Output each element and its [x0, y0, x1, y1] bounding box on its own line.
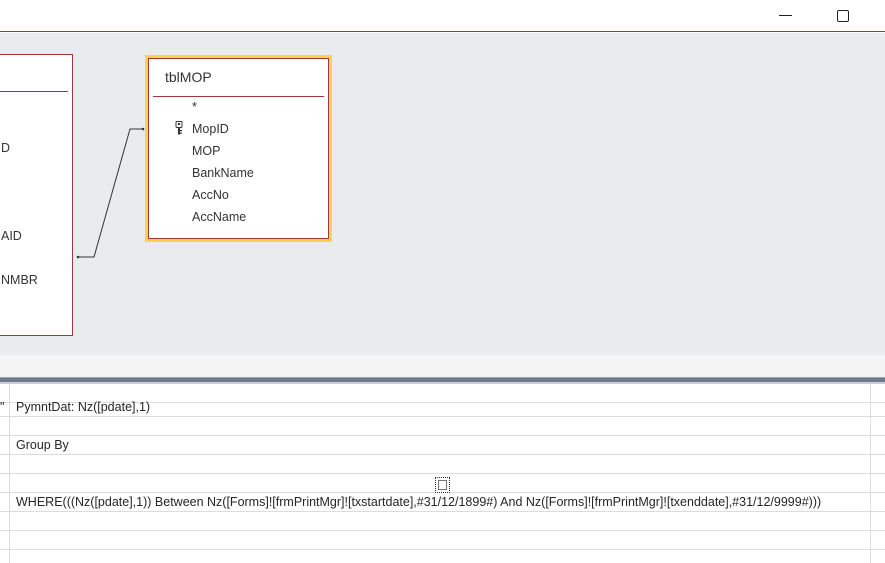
grid-cell-total[interactable]: Group By [16, 436, 69, 454]
grid-cell-field[interactable]: PymntDat: Nz([pdate],1) [16, 398, 150, 416]
key-icon [175, 121, 183, 135]
relationship-join-line [76, 127, 145, 259]
table-header-divider [153, 96, 324, 97]
grid-row[interactable] [0, 531, 885, 550]
field-list-tblmop[interactable]: tblMOP * MopID MOP BankName AccNo AccNam… [148, 58, 329, 239]
grid-row-field[interactable]: " PymntDat: Nz([pdate],1) [0, 398, 885, 417]
table-header-divider [0, 91, 68, 92]
field-list-item-bankname[interactable]: BankName [192, 166, 254, 180]
grid-row-table[interactable] [0, 417, 885, 436]
field-list-item-all[interactable]: * [192, 100, 197, 114]
field-list-item-accname[interactable]: AccName [192, 210, 246, 224]
grid-row-criteria[interactable]: WHERE(((Nz([pdate],1)) Between Nz([Forms… [0, 493, 885, 512]
field-list-left-table[interactable]: D AID NMBR [0, 54, 73, 336]
field-list-item-mop[interactable]: MOP [192, 144, 220, 158]
maximize-icon [837, 9, 849, 22]
field-list-item[interactable]: D [1, 141, 10, 155]
grid-cell-prev-column[interactable]: " [0, 398, 4, 416]
maximize-button[interactable] [820, 0, 866, 31]
table-title[interactable]: tblMOP [165, 69, 212, 85]
minimize-icon [778, 15, 792, 16]
query-design-grid[interactable]: " PymntDat: Nz([pdate],1) Group By WHERE… [0, 384, 885, 563]
field-list-item-mopid[interactable]: MopID [192, 122, 229, 136]
grid-cell-criteria[interactable]: WHERE(((Nz([pdate],1)) Between Nz([Forms… [16, 493, 821, 511]
query-design-pane[interactable]: D AID NMBR [0, 33, 885, 355]
grid-row-or[interactable] [0, 512, 885, 531]
design-pane-bottom-strip [0, 355, 885, 377]
show-checkbox[interactable] [435, 477, 450, 493]
pane-splitter[interactable] [0, 377, 885, 384]
grid-row[interactable] [0, 550, 885, 563]
field-list-item-accno[interactable]: AccNo [192, 188, 229, 202]
minimize-button[interactable] [762, 0, 808, 31]
grid-row-sort[interactable] [0, 455, 885, 474]
title-bar [0, 0, 885, 32]
field-list-item[interactable]: AID [1, 229, 22, 243]
field-list-item[interactable]: NMBR [1, 273, 38, 287]
grid-row-total[interactable]: Group By [0, 436, 885, 455]
